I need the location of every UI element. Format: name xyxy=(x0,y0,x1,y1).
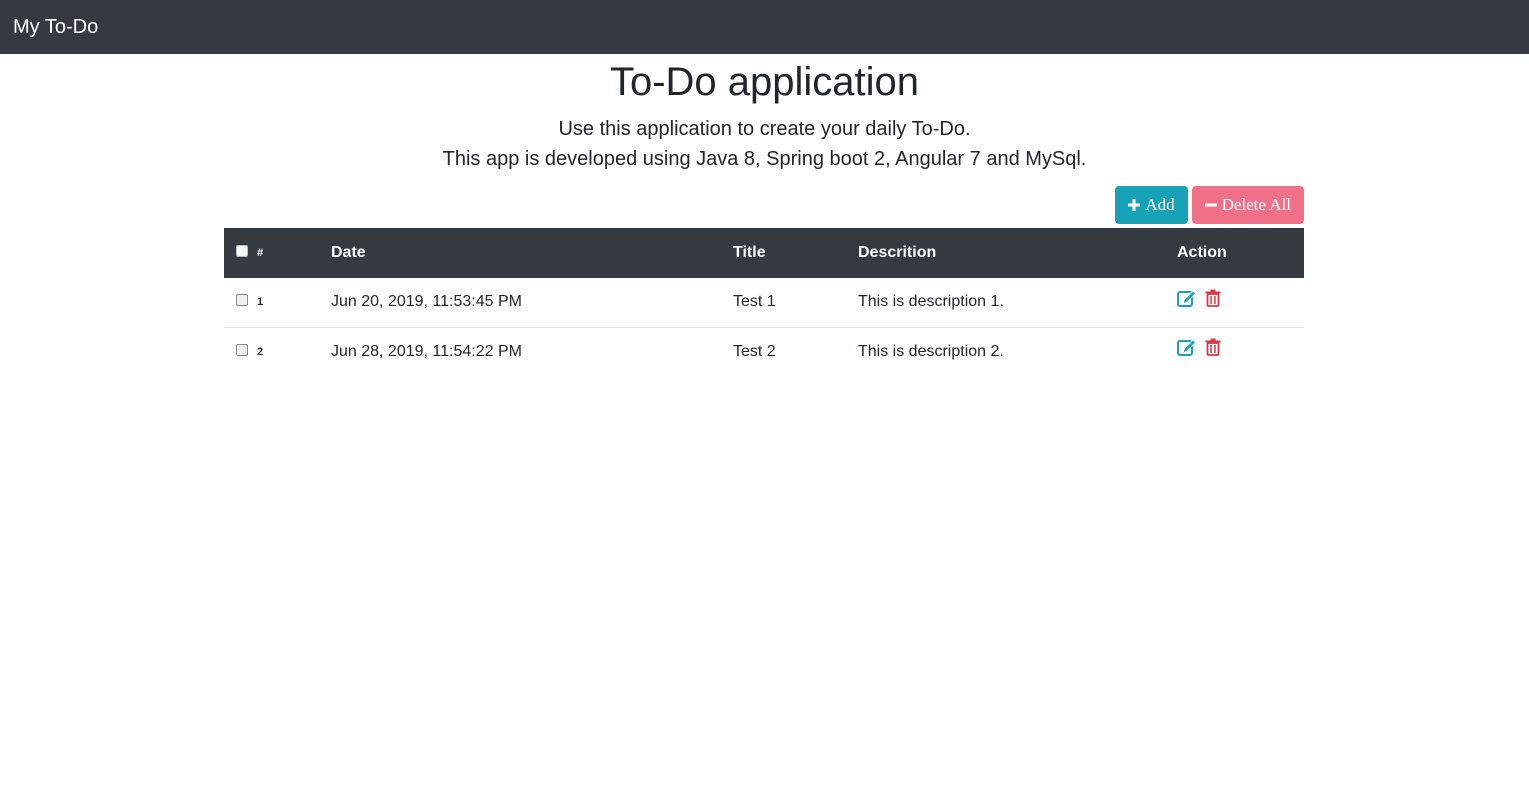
todo-container: Add Delete All # Date Title Descrition A xyxy=(224,186,1304,376)
row-date: Jun 28, 2019, 11:54:22 PM xyxy=(331,326,733,376)
table-header-row: # Date Title Descrition Action xyxy=(224,228,1304,278)
table-row: 1 Jun 20, 2019, 11:53:45 PM Test 1 This … xyxy=(224,278,1304,327)
column-header-action: Action xyxy=(1177,244,1227,261)
navbar: My To-Do xyxy=(0,0,1529,54)
plus-icon xyxy=(1128,199,1141,211)
add-button-label: Add xyxy=(1145,195,1175,214)
trash-icon[interactable] xyxy=(1205,289,1221,307)
column-header-title: Title xyxy=(733,244,766,261)
row-checkbox[interactable] xyxy=(236,343,248,356)
brand-link[interactable]: My To-Do xyxy=(13,17,98,37)
row-actions xyxy=(1177,326,1304,376)
row-description: This is description 2. xyxy=(858,326,1177,376)
row-number: 2 xyxy=(257,345,264,358)
todo-table: # Date Title Descrition Action 1 Jun 20,… xyxy=(224,228,1304,376)
trash-icon[interactable] xyxy=(1205,338,1221,357)
toolbar: Add Delete All xyxy=(224,186,1304,224)
edit-icon[interactable] xyxy=(1177,289,1197,307)
delete-all-button[interactable]: Delete All xyxy=(1191,186,1304,224)
page-title: To-Do application xyxy=(609,60,920,104)
column-header-description: Descrition xyxy=(858,244,937,261)
add-button[interactable]: Add xyxy=(1115,186,1188,224)
column-header-number: # xyxy=(224,228,331,278)
table-row: 2 Jun 28, 2019, 11:54:22 PM Test 2 This … xyxy=(224,326,1304,376)
row-actions xyxy=(1177,278,1304,327)
subtitle-line-2: This app is developed using Java 8, Spri… xyxy=(442,148,1087,170)
row-description: This is description 1. xyxy=(858,293,1004,311)
row-checkbox[interactable] xyxy=(236,294,248,307)
column-header-number-label: # xyxy=(257,247,264,259)
select-all-checkbox[interactable] xyxy=(236,245,248,257)
row-number: 1 xyxy=(257,296,264,309)
column-header-date: Date xyxy=(331,244,366,261)
minus-icon xyxy=(1204,203,1217,207)
delete-all-button-label: Delete All xyxy=(1221,195,1291,214)
subtitle-line-1: Use this application to create your dail… xyxy=(558,118,971,140)
row-title: Test 1 xyxy=(733,293,776,311)
row-date: Jun 20, 2019, 11:53:45 PM xyxy=(331,293,522,311)
row-title: Test 2 xyxy=(733,326,858,376)
edit-icon[interactable] xyxy=(1177,338,1197,357)
